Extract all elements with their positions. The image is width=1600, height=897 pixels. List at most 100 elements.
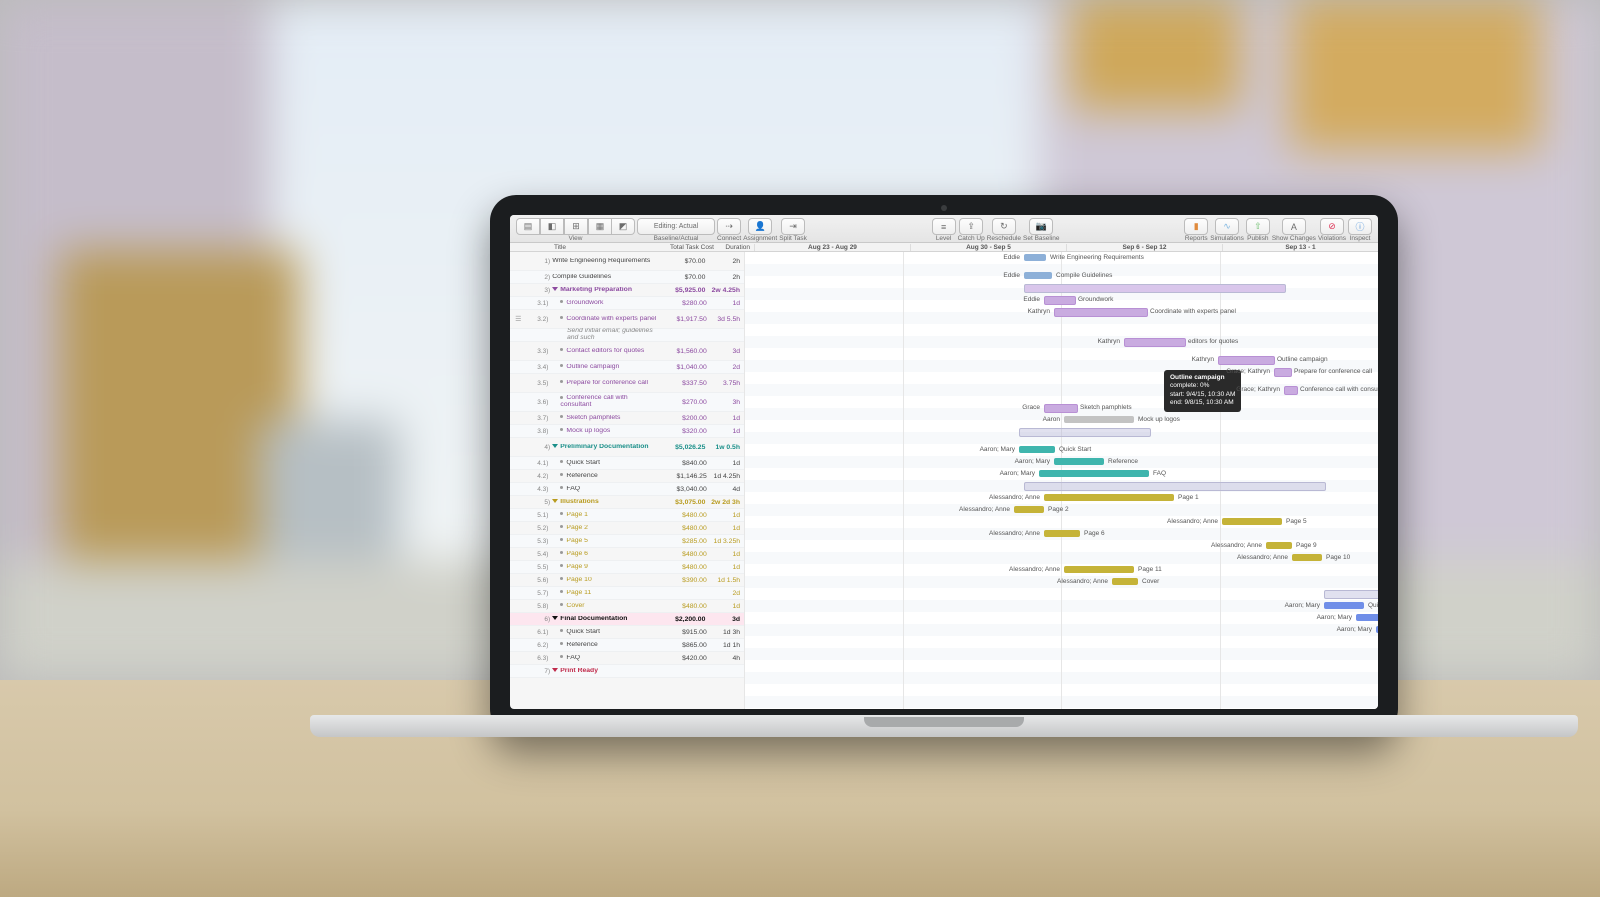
- col-cost[interactable]: Total Task Cost: [662, 244, 718, 251]
- task-bar[interactable]: [1024, 254, 1046, 261]
- view-styles-icon[interactable]: ◩: [612, 218, 635, 235]
- task-row[interactable]: 6.2)Reference$865.001d 1h: [510, 639, 744, 652]
- resource-label: Alessandro; Anne: [989, 494, 1040, 501]
- summary-bar[interactable]: [1024, 482, 1326, 491]
- task-bar[interactable]: [1044, 296, 1076, 305]
- task-bar[interactable]: [1222, 518, 1282, 525]
- resource-label: Grace; Kathryn: [1236, 386, 1280, 393]
- task-row[interactable]: 3.3)Contact editors for quotes$1,560.003…: [510, 342, 744, 361]
- task-bar-label: Page 2: [1048, 506, 1069, 513]
- task-bar[interactable]: [1054, 458, 1104, 465]
- task-row[interactable]: 5.7)Page 112d: [510, 587, 744, 600]
- baseline-actual-select[interactable]: Editing: Actual Baseline/Actual: [637, 218, 715, 243]
- task-row[interactable]: 6.3)FAQ$420.004h: [510, 652, 744, 665]
- level-button[interactable]: ≡Level: [932, 218, 956, 243]
- task-row[interactable]: 1)Write Engineering Requirements$70.002h: [510, 252, 744, 271]
- col-title[interactable]: Title: [552, 244, 662, 251]
- simulations-icon: ∿: [1215, 218, 1239, 235]
- resource-label: Eddie: [1023, 296, 1040, 303]
- view-calendar-icon[interactable]: ▦: [588, 218, 612, 235]
- task-row[interactable]: 4.1)Quick Start$840.001d: [510, 457, 744, 470]
- summary-bar[interactable]: [1324, 590, 1378, 599]
- task-bar[interactable]: [1324, 602, 1364, 609]
- summary-bar[interactable]: [1024, 284, 1286, 293]
- task-bar[interactable]: [1044, 530, 1080, 537]
- task-row[interactable]: 4)Preliminary Documentation$5,026.251w 0…: [510, 438, 744, 457]
- task-bar[interactable]: [1266, 542, 1292, 549]
- task-row[interactable]: 2)Compile Guidelines$70.002h: [510, 271, 744, 284]
- task-bar-label: FAQ: [1153, 470, 1166, 477]
- col-duration[interactable]: Duration: [718, 244, 754, 251]
- assignment-button[interactable]: 👤Assignment: [743, 218, 777, 243]
- task-row[interactable]: 5.6)Page 10$390.001d 1.5h: [510, 574, 744, 587]
- publish-button[interactable]: ⇧Publish: [1246, 218, 1270, 243]
- show-changes-icon: A: [1282, 218, 1306, 235]
- catch-up-icon: ⇪: [959, 218, 983, 235]
- task-bar[interactable]: [1292, 554, 1322, 561]
- task-row[interactable]: 5.5)Page 9$480.001d: [510, 561, 744, 574]
- task-outline[interactable]: 1)Write Engineering Requirements$70.002h…: [510, 252, 744, 709]
- task-row[interactable]: 3.6)Conference call with consultant$270.…: [510, 393, 744, 412]
- task-bar[interactable]: [1218, 356, 1275, 365]
- view-resource-icon[interactable]: ◧: [540, 218, 564, 235]
- resource-label: Grace: [1022, 404, 1040, 411]
- task-row[interactable]: 4.3)FAQ$3,040.004d: [510, 483, 744, 496]
- view-modes[interactable]: ▤ ◧ ⊞ ▦ ◩ View: [516, 218, 635, 243]
- task-row[interactable]: 7)Print Ready: [510, 665, 744, 678]
- task-row[interactable]: 4.2)Reference$1,146.251d 4.25h: [510, 470, 744, 483]
- inspect-button[interactable]: ⓘInspect: [1348, 218, 1372, 243]
- task-bar-label: Outline campaign: [1277, 356, 1328, 363]
- task-tooltip: Outline campaign complete: 0% start: 9/4…: [1164, 370, 1241, 412]
- task-row[interactable]: 6.1)Quick Start$915.001d 3h: [510, 626, 744, 639]
- task-bar[interactable]: [1284, 386, 1298, 395]
- task-bar-label: editors for quotes: [1188, 338, 1238, 345]
- task-bar[interactable]: [1356, 614, 1378, 621]
- task-bar[interactable]: [1064, 416, 1134, 423]
- task-bar[interactable]: [1274, 368, 1292, 377]
- time-header: Aug 23 - Aug 29 Aug 30 - Sep 5 Sep 6 - S…: [754, 244, 1378, 251]
- task-row[interactable]: 3.8)Mock up logos$320.001d: [510, 425, 744, 438]
- view-network-icon[interactable]: ⊞: [564, 218, 588, 235]
- simulations-button[interactable]: ∿Simulations: [1210, 218, 1244, 243]
- task-row[interactable]: 3.4)Outline campaign$1,040.002d: [510, 361, 744, 374]
- task-bar[interactable]: [1054, 308, 1148, 317]
- task-row[interactable]: 5.2)Page 2$480.001d: [510, 522, 744, 535]
- connect-icon: ⇢: [717, 218, 741, 235]
- view-gantt-icon[interactable]: ▤: [516, 218, 540, 235]
- task-row[interactable]: 5.1)Page 1$480.001d: [510, 509, 744, 522]
- resource-label: Aaron; Mary: [1285, 602, 1320, 609]
- task-row[interactable]: 5.4)Page 6$480.001d: [510, 548, 744, 561]
- catch-up-button[interactable]: ⇪Catch Up: [958, 218, 985, 243]
- resource-label: Alessandro; Anne: [1009, 566, 1060, 573]
- task-bar[interactable]: [1019, 446, 1055, 453]
- violations-button[interactable]: ⊘Violations: [1318, 218, 1346, 243]
- task-bar[interactable]: [1044, 494, 1174, 501]
- connect-button[interactable]: ⇢Connect: [717, 218, 741, 243]
- task-bar[interactable]: [1124, 338, 1186, 347]
- show-changes-button[interactable]: AShow Changes: [1272, 218, 1316, 243]
- task-row[interactable]: 6)Final Documentation$2,200.003d: [510, 613, 744, 626]
- task-row[interactable]: 5)Illustrations$3,075.002w 2d 3h: [510, 496, 744, 509]
- task-row[interactable]: 5.3)Page 5$285.001d 3.25h: [510, 535, 744, 548]
- summary-bar[interactable]: [1019, 428, 1151, 437]
- task-row[interactable]: 3.7)Sketch pamphlets$200.001d: [510, 412, 744, 425]
- task-row[interactable]: 5.8)Cover$480.001d: [510, 600, 744, 613]
- task-row[interactable]: 3)Marketing Preparation$5,925.002w 4.25h: [510, 284, 744, 297]
- split-task-button[interactable]: ⇥Split Task: [779, 218, 807, 243]
- gantt-chart[interactable]: Outline campaign complete: 0% start: 9/4…: [744, 252, 1378, 709]
- task-bar[interactable]: [1014, 506, 1044, 513]
- task-bar[interactable]: [1376, 626, 1378, 633]
- task-bar-label: Page 6: [1084, 530, 1105, 537]
- task-bar[interactable]: [1024, 272, 1052, 279]
- reschedule-button[interactable]: ↻Reschedule: [987, 218, 1021, 243]
- task-row[interactable]: 3.5)Prepare for conference call$337.503.…: [510, 374, 744, 393]
- task-bar[interactable]: [1112, 578, 1138, 585]
- task-row[interactable]: Send initial email; guidelines and such: [510, 329, 744, 342]
- task-row[interactable]: 3.1)Groundwork$280.001d: [510, 297, 744, 310]
- task-bar[interactable]: [1039, 470, 1149, 477]
- task-row[interactable]: ☰3.2)Coordinate with experts panel$1,917…: [510, 310, 744, 329]
- task-bar[interactable]: [1044, 404, 1078, 413]
- set-baseline-button[interactable]: 📷Set Baseline: [1023, 218, 1060, 243]
- task-bar[interactable]: [1064, 566, 1134, 573]
- reports-button[interactable]: ▮Reports: [1184, 218, 1208, 243]
